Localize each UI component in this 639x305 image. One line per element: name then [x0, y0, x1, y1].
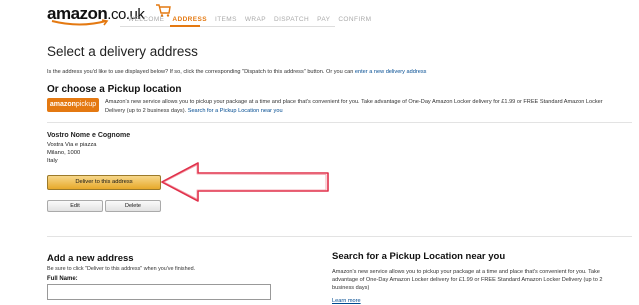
step-wrap: WRAP: [244, 16, 266, 23]
add-address-note: Be sure to click "Deliver to this addres…: [47, 266, 196, 272]
learn-more-link[interactable]: Learn more: [332, 298, 361, 304]
search-pickup-description: Amazon's new service allows you to picku…: [332, 269, 603, 291]
pickup-badge-brand: amazon: [49, 101, 76, 108]
steps-track: [120, 26, 335, 27]
page-title: Select a delivery address: [47, 44, 198, 59]
address-line1: Vostra Via e piazza: [47, 142, 97, 148]
full-name-label: Full Name:: [47, 276, 78, 282]
address-name: Vostro Nome e Cognome: [47, 132, 131, 139]
enter-new-address-link[interactable]: enter a new delivery address: [355, 69, 427, 75]
search-pickup-link[interactable]: Search for a Pickup Location near you: [188, 108, 283, 114]
intro-text: Is the address you'd like to use display…: [47, 69, 426, 75]
intro-sentence: Is the address you'd like to use display…: [47, 69, 354, 75]
steps-active-marker: [170, 25, 200, 27]
pickup-heading: Or choose a Pickup location: [47, 84, 182, 95]
search-pickup-heading: Search for a Pickup Location near you: [332, 251, 506, 262]
divider: [47, 122, 632, 123]
pickup-badge-word: pickup: [75, 101, 97, 108]
address-country: Italy: [47, 158, 58, 164]
step-items: ITEMS: [214, 16, 237, 23]
delete-button[interactable]: Delete: [105, 200, 161, 212]
step-confirm: CONFIRM: [338, 16, 372, 23]
red-arrow-annotation: [161, 162, 329, 202]
step-address: ADDRESS: [172, 16, 207, 23]
address-line2: Milano, 1000: [47, 150, 81, 156]
add-address-heading: Add a new address: [47, 253, 134, 264]
pickup-description: Amazon's new service allows you to picku…: [105, 98, 615, 116]
logo-smile-icon: [51, 19, 109, 26]
address-card: Vostro Nome e Cognome Vostra Via e piazz…: [47, 130, 130, 165]
deliver-to-this-address-button[interactable]: Deliver to this address: [47, 175, 161, 190]
step-welcome: WELCOME: [128, 16, 165, 23]
step-pay: PAY: [317, 16, 331, 23]
divider: [47, 236, 632, 237]
amazon-pickup-logo: amazonpickup: [47, 98, 99, 112]
pickup-text: Amazon's new service allows you to picku…: [105, 99, 603, 114]
checkout-steps: WELCOME ADDRESS ITEMS WRAP DISPATCH PAY CONFIR…: [128, 16, 379, 23]
edit-button[interactable]: Edit: [47, 200, 103, 212]
step-dispatch: DISPATCH: [273, 16, 310, 23]
full-name-input[interactable]: [47, 284, 271, 300]
